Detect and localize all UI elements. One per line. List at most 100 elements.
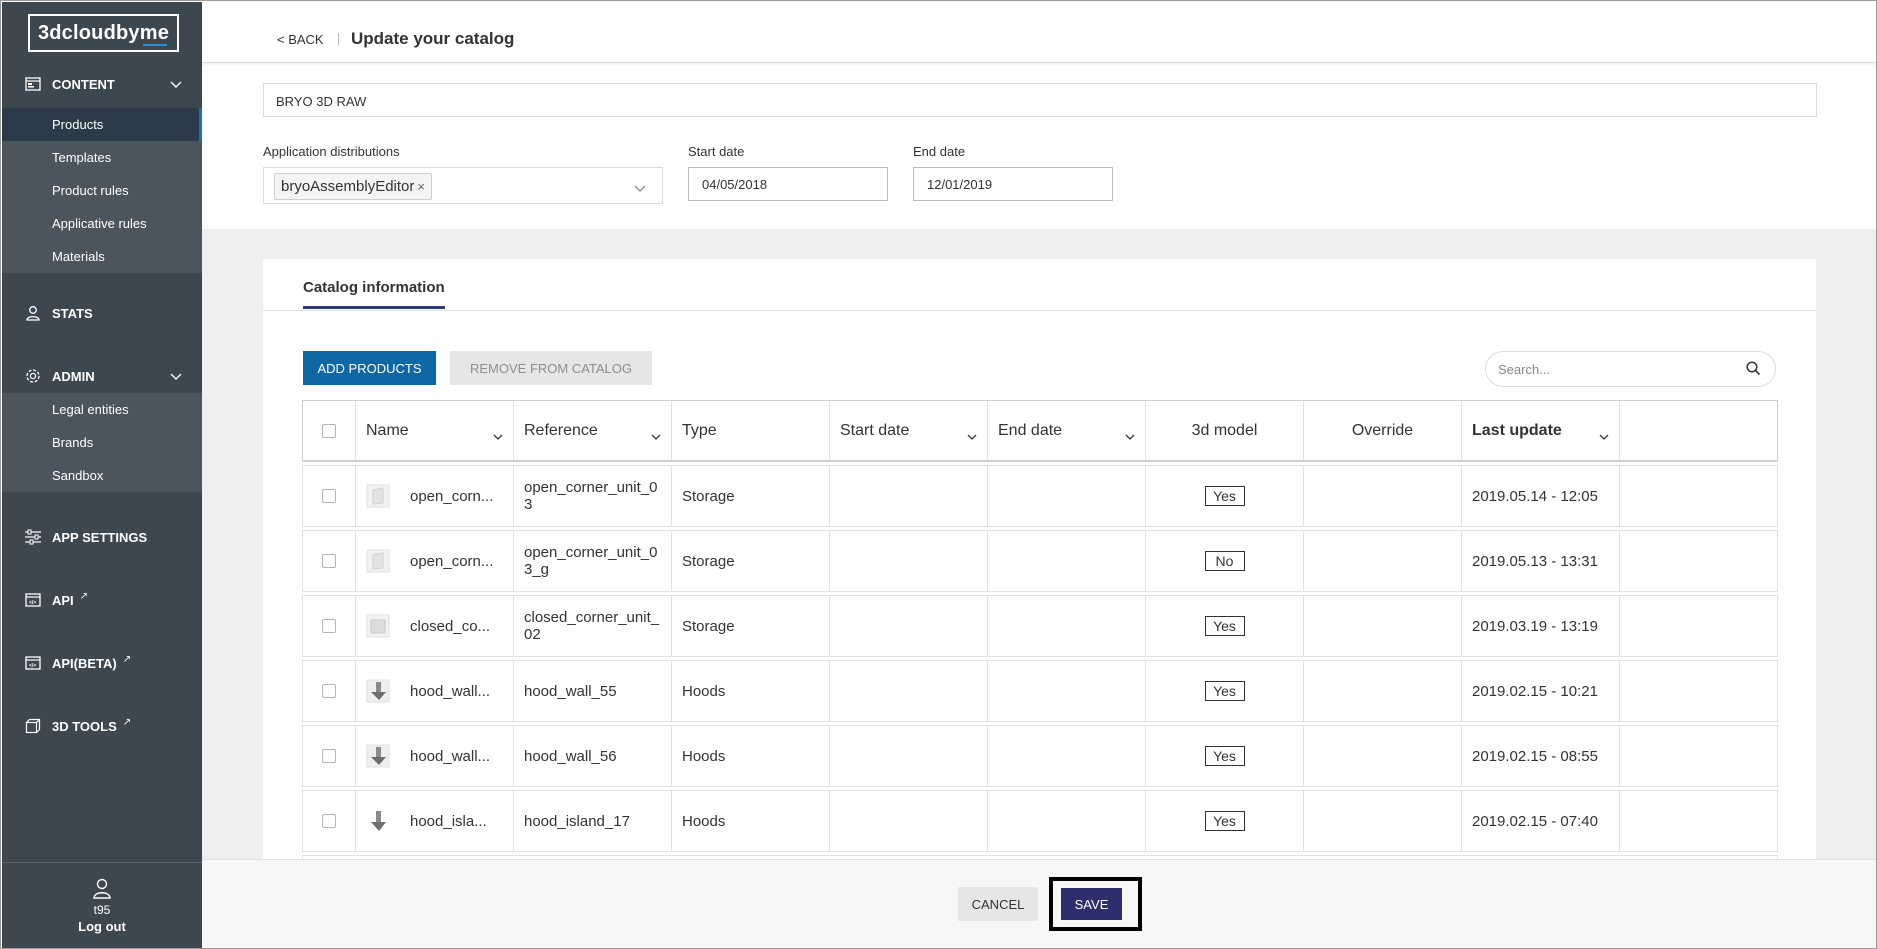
chip-remove-icon[interactable]: × [417, 179, 425, 194]
svg-text:</>: </> [29, 663, 36, 669]
sidebar-item-product-rules[interactable]: Product rules [2, 174, 202, 207]
row-checkbox[interactable] [322, 489, 336, 503]
cell-reference: open_corner_unit_03_g [514, 531, 672, 591]
sidebar-section-api[interactable]: </> API ↗ [2, 587, 202, 613]
logout-link[interactable]: Log out [2, 918, 202, 935]
cell-end-date [988, 661, 1146, 721]
gear-icon [24, 367, 42, 385]
cabinet-thumbnail-icon [366, 484, 390, 508]
back-link[interactable]: < BACK [277, 32, 324, 47]
row-checkbox[interactable] [322, 814, 336, 828]
sidebar-section-content[interactable]: CONTENT [2, 71, 202, 97]
cell-reference: closed_corner_unit_02 [514, 596, 672, 656]
sidebar-section-3d-tools-label: 3D TOOLS [52, 718, 117, 734]
catalog-form: BRYO 3D RAW Application distributions br… [202, 63, 1876, 229]
table-row[interactable]: closed_co... closed_corner_unit_02 Stora… [302, 595, 1778, 657]
cell-name: hood_wall... [356, 661, 514, 721]
product-name: hood_isla... [410, 812, 487, 830]
remove-from-catalog-button[interactable]: REMOVE FROM CATALOG [450, 351, 652, 385]
column-header-name[interactable]: Name [356, 401, 514, 460]
start-date-input[interactable]: 04/05/2018 [688, 167, 888, 201]
cell-type: Storage [672, 466, 830, 526]
search-icon[interactable] [1746, 361, 1761, 381]
sidebar-section-3d-tools[interactable]: 3D TOOLS ↗ [2, 713, 202, 739]
cell-end-date [988, 791, 1146, 851]
column-header-last-update[interactable]: Last update [1462, 401, 1620, 460]
api-beta-icon: </> [24, 654, 42, 672]
sidebar-item-brands[interactable]: Brands [2, 426, 202, 459]
action-footer: CANCEL SAVE [202, 859, 1876, 948]
logo[interactable]: 3dcloudbyme [28, 14, 179, 52]
sidebar-section-admin[interactable]: ADMIN [2, 363, 202, 389]
cell-spacer [1620, 661, 1777, 721]
sidebar-section-api-beta[interactable]: </> API(BETA) ↗ [2, 650, 202, 676]
cell-name: hood_wall... [356, 726, 514, 786]
row-checkbox[interactable] [322, 554, 336, 568]
sort-chevron-icon [1599, 427, 1609, 445]
cell-last-update: 2019.03.19 - 13:19 [1462, 596, 1620, 656]
search-input[interactable] [1498, 360, 1728, 378]
cell-type: Hoods [672, 791, 830, 851]
column-header-reference-label: Reference [524, 421, 598, 439]
cancel-button[interactable]: CANCEL [958, 887, 1038, 921]
table-row[interactable]: hood_wall... hood_wall_55 Hoods Yes 2019… [302, 660, 1778, 722]
cell-override [1304, 596, 1462, 656]
user-name: t95 [93, 903, 111, 917]
content-submenu: Products Templates Product rules Applica… [2, 108, 202, 273]
tab-divider [263, 310, 1816, 311]
logo-accent [143, 44, 167, 46]
row-checkbox[interactable] [322, 684, 336, 698]
column-header-end-date[interactable]: End date [988, 401, 1146, 460]
sidebar-section-app-settings[interactable]: APP SETTINGS [2, 524, 202, 550]
sidebar-item-applicative-rules[interactable]: Applicative rules [2, 207, 202, 240]
product-reference: closed_corner_unit_02 [524, 609, 660, 643]
sort-chevron-icon [651, 427, 661, 445]
cell-spacer [1620, 466, 1777, 526]
row-checkbox[interactable] [322, 619, 336, 633]
cell-override [1304, 531, 1462, 591]
chevron-down-icon [170, 369, 182, 384]
add-products-button[interactable]: ADD PRODUCTS [303, 351, 436, 385]
product-reference: hood_wall_55 [524, 682, 617, 700]
model-badge: Yes [1204, 746, 1245, 766]
end-date-input[interactable]: 12/01/2019 [913, 167, 1113, 201]
cell-reference: hood_island_17 [514, 791, 672, 851]
table-row[interactable]: open_corn... open_corner_unit_03 Storage… [302, 465, 1778, 527]
cell-override [1304, 661, 1462, 721]
model-badge: Yes [1204, 616, 1245, 636]
product-name: open_corn... [410, 552, 494, 570]
sidebar-section-stats[interactable]: STATS [2, 300, 202, 326]
page-title: Update your catalog [351, 29, 515, 48]
select-all-checkbox[interactable] [322, 423, 336, 438]
chevron-down-icon[interactable] [634, 180, 646, 198]
cell-start-date [830, 661, 988, 721]
cell-reference: hood_wall_55 [514, 661, 672, 721]
table-row[interactable]: hood_wall... hood_wall_56 Hoods Yes 2019… [302, 725, 1778, 787]
product-reference: open_corner_unit_03_g [524, 544, 658, 578]
cell-override [1304, 466, 1462, 526]
distributions-select[interactable]: bryoAssemblyEditor × [263, 167, 663, 204]
model-badge: Yes [1204, 681, 1245, 701]
sidebar-item-legal-entities[interactable]: Legal entities [2, 393, 202, 426]
column-header-start-date[interactable]: Start date [830, 401, 988, 460]
cell-type: Storage [672, 531, 830, 591]
table-row[interactable]: hood_isla... hood_island_17 Hoods Yes 20… [302, 790, 1778, 852]
cell-reference: open_corner_unit_03 [514, 466, 672, 526]
catalog-name-field[interactable]: BRYO 3D RAW [263, 83, 1817, 117]
sidebar-item-templates[interactable]: Templates [2, 141, 202, 174]
sidebar-item-sandbox[interactable]: Sandbox [2, 459, 202, 492]
sidebar-section-api-label: API [52, 592, 74, 608]
cabinet-thumbnail-icon [366, 549, 390, 573]
sidebar-item-materials[interactable]: Materials [2, 240, 202, 273]
cell-last-update: 2019.05.13 - 13:31 [1462, 531, 1620, 591]
cell-spacer [1620, 596, 1777, 656]
column-header-reference[interactable]: Reference [514, 401, 672, 460]
user-menu[interactable]: t95 Log out [2, 862, 202, 948]
sidebar-item-products[interactable]: Products [2, 108, 202, 141]
tab-catalog-information[interactable]: Catalog information [303, 279, 445, 309]
table-row[interactable]: open_corn... open_corner_unit_03_g Stora… [302, 530, 1778, 592]
row-checkbox[interactable] [322, 749, 336, 763]
save-button[interactable]: SAVE [1061, 888, 1122, 920]
table-header: Name Reference Type Start date End date … [302, 400, 1778, 462]
model-badge: Yes [1204, 811, 1245, 831]
